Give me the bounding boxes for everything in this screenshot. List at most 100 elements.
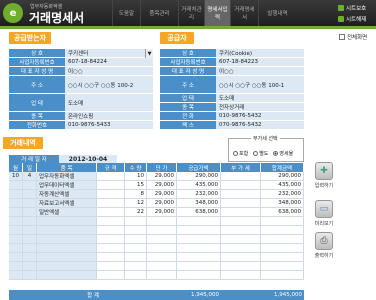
nav-item-clients[interactable]: 거래처관리 bbox=[178, 0, 204, 26]
cell-supply[interactable] bbox=[177, 244, 221, 252]
cell-day[interactable] bbox=[23, 199, 37, 207]
cell-qty[interactable] bbox=[125, 217, 147, 225]
cell-month[interactable] bbox=[9, 226, 23, 234]
cell-total[interactable] bbox=[261, 253, 304, 261]
cell-spec[interactable] bbox=[97, 226, 125, 234]
cell-qty[interactable]: 12 bbox=[125, 199, 147, 207]
cell-spec[interactable] bbox=[97, 262, 125, 270]
cell-spec[interactable] bbox=[97, 244, 125, 252]
cell-item[interactable] bbox=[37, 217, 97, 225]
cell-vat[interactable] bbox=[221, 208, 261, 216]
cell-day[interactable] bbox=[23, 271, 37, 279]
fullscreen-toggle[interactable]: 전체화면 bbox=[339, 33, 367, 41]
cell-supply[interactable] bbox=[177, 235, 221, 243]
cell-total[interactable] bbox=[261, 244, 304, 252]
cell-spec[interactable] bbox=[97, 190, 125, 198]
cell-spec[interactable] bbox=[97, 253, 125, 261]
vat-option-separate[interactable]: 별도 bbox=[253, 150, 268, 157]
cell-month[interactable] bbox=[9, 217, 23, 225]
cell-spec[interactable] bbox=[97, 217, 125, 225]
cell-item[interactable] bbox=[37, 244, 97, 252]
cell-item[interactable] bbox=[37, 235, 97, 243]
cell-supply[interactable] bbox=[177, 271, 221, 279]
cell-supply[interactable] bbox=[177, 217, 221, 225]
cell-qty[interactable] bbox=[125, 226, 147, 234]
cell-price[interactable] bbox=[147, 262, 177, 270]
fullscreen-checkbox[interactable] bbox=[339, 34, 345, 40]
cell-price[interactable]: 29,000 bbox=[147, 172, 177, 180]
cell-vat[interactable] bbox=[221, 226, 261, 234]
cell-day[interactable] bbox=[23, 235, 37, 243]
cell-price[interactable] bbox=[147, 253, 177, 261]
cell-qty[interactable] bbox=[125, 235, 147, 243]
cell-item[interactable] bbox=[37, 262, 97, 270]
cell-month[interactable] bbox=[9, 271, 23, 279]
chevron-down-icon[interactable]: ▼ bbox=[145, 49, 153, 58]
cell-month[interactable] bbox=[9, 199, 23, 207]
preview-button[interactable]: ▭ 미리보기 bbox=[312, 200, 336, 230]
cell-qty[interactable]: 22 bbox=[125, 208, 147, 216]
nav-item-products[interactable]: 품목관리 bbox=[140, 0, 178, 26]
cell-vat[interactable] bbox=[221, 172, 261, 180]
cell-day[interactable] bbox=[23, 244, 37, 252]
cell-vat[interactable] bbox=[221, 235, 261, 243]
cell-supply[interactable]: 435,000 bbox=[177, 181, 221, 189]
cell-total[interactable]: 232,000 bbox=[261, 190, 304, 198]
cell-vat[interactable] bbox=[221, 271, 261, 279]
cell-month[interactable] bbox=[9, 253, 23, 261]
cell-day[interactable] bbox=[23, 253, 37, 261]
cell-item[interactable] bbox=[37, 253, 97, 261]
cell-spec[interactable] bbox=[97, 208, 125, 216]
nav-item-help[interactable]: 도움말 bbox=[112, 0, 140, 26]
cell-price[interactable]: 29,000 bbox=[147, 181, 177, 189]
cell-vat[interactable] bbox=[221, 262, 261, 270]
input-button[interactable]: ✚ 입력하기 bbox=[312, 162, 336, 192]
cell-price[interactable] bbox=[147, 226, 177, 234]
cell-qty[interactable] bbox=[125, 271, 147, 279]
nav-item-invoice[interactable]: 거래명세서 bbox=[230, 0, 258, 26]
cell-price[interactable]: 29,000 bbox=[147, 208, 177, 216]
cell-month[interactable] bbox=[9, 235, 23, 243]
cell-item[interactable] bbox=[37, 226, 97, 234]
receiver-name-select[interactable]: 쿠키센터 bbox=[65, 49, 153, 57]
cell-supply[interactable]: 232,000 bbox=[177, 190, 221, 198]
cell-supply[interactable] bbox=[177, 253, 221, 261]
cell-total[interactable]: 435,000 bbox=[261, 181, 304, 189]
cell-day[interactable]: 4 bbox=[23, 172, 37, 180]
cell-day[interactable] bbox=[23, 262, 37, 270]
vat-option-include[interactable]: 포함 bbox=[233, 150, 248, 157]
cell-vat[interactable] bbox=[221, 199, 261, 207]
cell-day[interactable] bbox=[23, 226, 37, 234]
cell-day[interactable] bbox=[23, 181, 37, 189]
cell-supply[interactable] bbox=[177, 262, 221, 270]
cell-qty[interactable]: 8 bbox=[125, 190, 147, 198]
cell-price[interactable]: 29,000 bbox=[147, 199, 177, 207]
cell-spec[interactable] bbox=[97, 199, 125, 207]
cell-vat[interactable] bbox=[221, 190, 261, 198]
cell-month[interactable] bbox=[9, 262, 23, 270]
sheet-unprotect-button[interactable]: 시트해제 bbox=[338, 14, 374, 24]
cell-qty[interactable] bbox=[125, 244, 147, 252]
cell-spec[interactable] bbox=[97, 181, 125, 189]
nav-item-history[interactable]: 발행내역 bbox=[258, 0, 296, 26]
cell-month[interactable] bbox=[9, 208, 23, 216]
cell-qty[interactable]: 15 bbox=[125, 181, 147, 189]
cell-total[interactable] bbox=[261, 271, 304, 279]
cell-day[interactable] bbox=[23, 190, 37, 198]
cell-item[interactable]: 업무자동화엑셀 bbox=[37, 172, 97, 180]
cell-vat[interactable] bbox=[221, 181, 261, 189]
cell-item[interactable]: 업무데이터엑셀 bbox=[37, 181, 97, 189]
cell-item[interactable]: 자료보고서엑셀 bbox=[37, 199, 97, 207]
cell-vat[interactable] bbox=[221, 253, 261, 261]
cell-supply[interactable]: 290,000 bbox=[177, 172, 221, 180]
cell-day[interactable] bbox=[23, 208, 37, 216]
cell-item[interactable]: 자동계산엑셀 bbox=[37, 190, 97, 198]
nav-item-invoice-input[interactable]: 명세서입력 bbox=[204, 0, 230, 26]
cell-total[interactable] bbox=[261, 262, 304, 270]
cell-item[interactable] bbox=[37, 271, 97, 279]
cell-supply[interactable]: 348,000 bbox=[177, 199, 221, 207]
cell-spec[interactable] bbox=[97, 172, 125, 180]
print-button[interactable]: ⎙ 출력하기 bbox=[312, 232, 336, 262]
cell-total[interactable]: 638,000 bbox=[261, 208, 304, 216]
cell-qty[interactable] bbox=[125, 253, 147, 261]
